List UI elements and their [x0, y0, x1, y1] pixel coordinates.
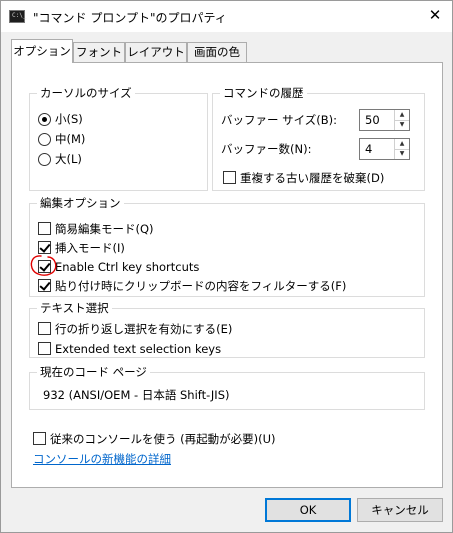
buffer-size-label: バッファー サイズ(B): — [221, 113, 338, 127]
tab-options[interactable]: オプション — [11, 39, 73, 63]
radio-cursor-large[interactable]: 大(L) — [38, 150, 198, 168]
checkbox-box[interactable] — [33, 432, 46, 445]
radio-cursor-small[interactable]: 小(S) — [38, 110, 198, 128]
spin-down-icon[interactable]: ▼ — [395, 149, 409, 159]
radio-button-selected[interactable] — [38, 113, 51, 126]
ok-button[interactable]: OK — [265, 498, 351, 522]
radio-button[interactable] — [38, 133, 51, 146]
checkbox-label: 挿入モード(I) — [55, 241, 125, 255]
window-title: "コマンド プロンプト"のプロパティ — [33, 11, 227, 25]
line-wrap-selection-checkbox[interactable]: 行の折り返し選択を有効にする(E) — [38, 320, 418, 338]
properties-dialog: C:\_ "コマンド プロンプト"のプロパティ ✕ オプション フォント レイア… — [0, 0, 453, 533]
quick-edit-checkbox[interactable]: 簡易編集モード(Q) — [38, 220, 418, 238]
code-page-group: 現在のコード ページ 932 (ANSI/OEM - 日本語 Shift-JIS… — [29, 364, 425, 410]
buffer-size-value[interactable]: 50 — [365, 112, 380, 128]
checkbox-label: 簡易編集モード(Q) — [55, 222, 154, 236]
radio-button[interactable] — [38, 153, 51, 166]
cancel-button[interactable]: キャンセル — [357, 498, 443, 522]
title-bar: C:\_ "コマンド プロンプト"のプロパティ ✕ — [1, 1, 452, 32]
cursor-size-legend: カーソルのサイズ — [37, 85, 135, 101]
checkbox-label: Extended text selection keys — [55, 342, 222, 356]
radio-label: 中(M) — [55, 132, 86, 146]
insert-mode-checkbox[interactable]: 挿入モード(I) — [38, 239, 418, 257]
text-selection-group: テキスト選択 行の折り返し選択を有効にする(E) Extended text s… — [29, 300, 425, 358]
paste-filter-checkbox[interactable]: 貼り付け時にクリップボードの内容をフィルターする(F) — [38, 277, 418, 295]
text-selection-legend: テキスト選択 — [37, 300, 112, 316]
checkbox-box[interactable] — [38, 222, 51, 235]
cursor-size-group: カーソルのサイズ 小(S) 中(M) 大(L) — [29, 85, 208, 191]
discard-duplicates-checkbox[interactable]: 重複する古い履歴を破棄(D) — [223, 169, 418, 187]
checkbox-label: 重複する古い履歴を破棄(D) — [240, 171, 385, 185]
edit-options-legend: 編集オプション — [37, 195, 124, 211]
options-panel: カーソルのサイズ 小(S) 中(M) 大(L) コマンドの履歴 バッファー サイ… — [11, 62, 443, 488]
tab-font[interactable]: フォント — [73, 42, 125, 62]
code-page-value: 932 (ANSI/OEM - 日本語 Shift-JIS) — [43, 388, 230, 402]
console-app-icon: C:\_ — [9, 10, 26, 23]
radio-cursor-medium[interactable]: 中(M) — [38, 130, 198, 148]
checkbox-box-checked[interactable] — [38, 260, 51, 273]
checkbox-label: 行の折り返し選択を有効にする(E) — [55, 322, 233, 336]
radio-label: 大(L) — [55, 152, 82, 166]
checkbox-box-checked[interactable] — [38, 279, 51, 292]
tab-layout[interactable]: レイアウト — [125, 42, 187, 62]
ctrl-shortcuts-checkbox[interactable]: Enable Ctrl key shortcuts — [38, 258, 418, 276]
radio-label: 小(S) — [55, 112, 83, 126]
buffer-count-spinner[interactable]: 4 ▲ ▼ — [359, 138, 410, 160]
buffer-size-spinner[interactable]: 50 ▲ ▼ — [359, 109, 410, 131]
edit-options-group: 編集オプション 簡易編集モード(Q) 挿入モード(I) Enable Ctrl … — [29, 195, 425, 297]
checkbox-box[interactable] — [38, 342, 51, 355]
command-history-group: コマンドの履歴 バッファー サイズ(B): 50 ▲ ▼ バッファー数(N): … — [212, 85, 425, 191]
extended-selection-checkbox[interactable]: Extended text selection keys — [38, 340, 418, 358]
close-button[interactable]: ✕ — [422, 4, 448, 26]
tab-colors[interactable]: 画面の色 — [187, 42, 247, 62]
spin-down-icon[interactable]: ▼ — [395, 120, 409, 130]
new-features-link[interactable]: コンソールの新機能の詳細 — [33, 451, 171, 467]
buffer-count-label: バッファー数(N): — [221, 142, 312, 156]
legacy-console-checkbox[interactable]: 従来のコンソールを使う (再起動が必要)(U) — [33, 430, 413, 448]
checkbox-box-checked[interactable] — [38, 241, 51, 254]
checkbox-label: 従来のコンソールを使う (再起動が必要)(U) — [50, 432, 276, 446]
code-page-legend: 現在のコード ページ — [37, 364, 150, 380]
command-history-legend: コマンドの履歴 — [220, 85, 307, 101]
buffer-count-value[interactable]: 4 — [365, 141, 372, 157]
checkbox-label: Enable Ctrl key shortcuts — [55, 260, 200, 274]
checkbox-box[interactable] — [223, 171, 236, 184]
checkbox-label: 貼り付け時にクリップボードの内容をフィルターする(F) — [55, 279, 347, 293]
checkbox-box[interactable] — [38, 322, 51, 335]
